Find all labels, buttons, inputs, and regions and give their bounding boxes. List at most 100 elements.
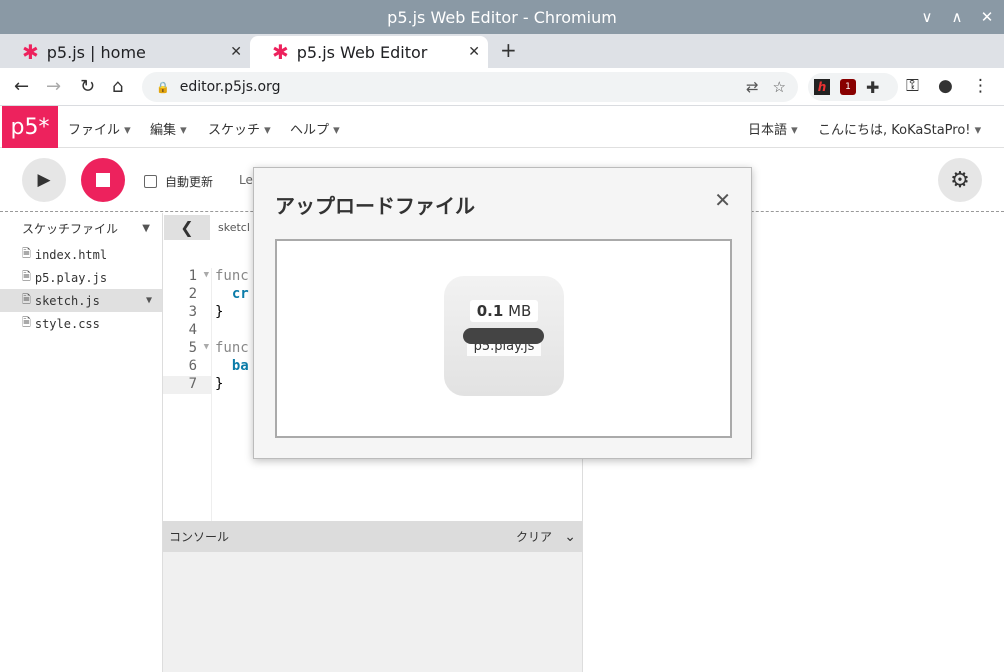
file-item-sketch-js[interactable]: 🗎 sketch.js ▼ [0, 289, 162, 312]
file-name: p5.play.js [34, 270, 108, 285]
window-title: p5.js Web Editor - Chromium [387, 7, 617, 27]
window-controls: ∨ ∧ ✕ [916, 0, 998, 34]
p5-navbar: p5* ファイル 編集 スケッチ ヘルプ 日本語 こんにちは, KoKaStaP… [0, 106, 1004, 148]
address-text: editor.p5js.org [179, 79, 281, 95]
file-icon: 🗎 [22, 270, 31, 283]
chevron-down-icon[interactable]: ▼ [142, 223, 150, 234]
auto-refresh-toggle[interactable]: 自動更新 [144, 173, 213, 190]
play-icon: ▶ [37, 170, 51, 190]
browser-toolbar: ← → ↻ ⌂ 🔒 editor.p5js.org ⇄ ☆ h 1 ✚ ⚿ ● … [0, 68, 1004, 106]
file-name: index.html [34, 247, 108, 262]
language-selector[interactable]: 日本語 [748, 119, 798, 138]
user-menu[interactable]: こんにちは, KoKaStaPro! [818, 119, 981, 138]
browser-tab-home[interactable]: ✱ p5.js | home ✕ [0, 36, 250, 68]
close-window-icon[interactable]: ✕ [976, 8, 998, 26]
code-token: func [215, 268, 249, 284]
upload-file-modal: アップロードファイル ✕ 0.1 MB p5.play.js [253, 167, 752, 459]
close-tab-icon[interactable]: ✕ [468, 44, 480, 60]
play-button[interactable]: ▶ [22, 158, 66, 202]
console-clear-button[interactable]: クリア [516, 528, 552, 545]
code-token: ba [231, 358, 249, 374]
p5-logo[interactable]: p5* [2, 106, 58, 148]
reload-icon[interactable]: ↻ [80, 76, 95, 97]
file-icon: 🗎 [22, 316, 31, 329]
code-token: func [215, 340, 249, 356]
upload-dropzone[interactable]: 0.1 MB p5.play.js [275, 239, 732, 438]
sidebar-title: スケッチファイル [22, 221, 119, 236]
menu-edit[interactable]: 編集 [150, 119, 187, 138]
chevron-down-icon[interactable]: ⌄ [564, 529, 576, 545]
file-size-unit: MB [508, 302, 532, 320]
maximize-icon[interactable]: ∧ [946, 8, 968, 26]
chevron-down-icon[interactable]: ▼ [146, 295, 152, 306]
collapse-sidebar-button[interactable]: ❮ [164, 215, 210, 240]
home-icon[interactable]: ⌂ [112, 76, 123, 97]
p5-favicon-icon: ✱ [22, 40, 39, 64]
file-item-index-html[interactable]: 🗎 index.html [0, 243, 162, 266]
new-tab-icon[interactable]: + [500, 38, 517, 62]
settings-button[interactable]: ⚙ [938, 158, 982, 202]
code-content[interactable]: func cr } func ba } [215, 268, 249, 394]
h-extension-icon[interactable]: h [814, 79, 830, 95]
editor-filename: sketcl [218, 221, 250, 234]
lock-icon: 🔒 [156, 80, 170, 94]
code-token: } [215, 304, 224, 320]
extensions-area: h 1 ✚ [808, 73, 898, 101]
address-bar[interactable]: 🔒 editor.p5js.org ⇄ ☆ [142, 72, 798, 102]
back-icon[interactable]: ← [14, 76, 29, 97]
file-item-style-css[interactable]: 🗎 style.css [0, 312, 162, 335]
stop-icon [96, 173, 110, 187]
tab-label: p5.js | home [46, 42, 146, 62]
menu-sketch[interactable]: スケッチ [208, 119, 271, 138]
console-panel: コンソール クリア ⌄ [163, 521, 582, 672]
menu-help[interactable]: ヘルプ [290, 119, 340, 138]
fold-icon[interactable]: ▼ [204, 342, 209, 352]
forward-icon[interactable]: → [46, 76, 61, 97]
line-number: 4 [188, 322, 197, 338]
puzzle-extensions-icon[interactable]: ✚ [866, 78, 879, 97]
tab-label: p5.js Web Editor [296, 42, 428, 62]
upload-file-preview: 0.1 MB p5.play.js [444, 276, 564, 396]
ublock-extension-icon[interactable]: 1 [840, 79, 856, 95]
file-name: sketch.js [34, 293, 100, 308]
file-name: style.css [34, 316, 100, 331]
file-icon: 🗎 [22, 247, 31, 260]
bookmark-star-icon[interactable]: ☆ [773, 78, 786, 96]
profile-icon[interactable]: ● [938, 76, 953, 96]
line-number: 5 ▼ [188, 340, 209, 356]
minimize-icon[interactable]: ∨ [916, 8, 938, 26]
console-header: コンソール クリア ⌄ [163, 521, 582, 552]
browser-tab-editor[interactable]: ✱ p5.js Web Editor ✕ [250, 36, 488, 68]
file-sidebar: スケッチファイル ▼ 🗎 index.html 🗎 p5.play.js 🗎 s… [0, 213, 163, 672]
file-size-value: 0.1 [476, 302, 504, 320]
code-token: cr [231, 286, 249, 302]
fold-icon[interactable]: ▼ [204, 270, 209, 280]
auto-refresh-checkbox[interactable] [144, 175, 157, 188]
translate-icon[interactable]: ⇄ [746, 78, 759, 96]
chevron-left-icon: ❮ [180, 218, 194, 237]
gear-icon: ⚙ [950, 167, 970, 193]
key-icon[interactable]: ⚿ [906, 76, 919, 96]
sidebar-header[interactable]: スケッチファイル ▼ [0, 213, 162, 243]
file-size-badge: 0.1 MB [470, 300, 538, 322]
stop-button[interactable] [81, 158, 125, 202]
window-titlebar: p5.js Web Editor - Chromium ∨ ∧ ✕ [0, 0, 1004, 34]
line-number: 1 ▼ [188, 268, 209, 284]
close-tab-icon[interactable]: ✕ [230, 44, 242, 60]
file-item-p5-play-js[interactable]: 🗎 p5.play.js [0, 266, 162, 289]
p5-favicon-icon: ✱ [272, 40, 289, 64]
menu-file[interactable]: ファイル [68, 119, 131, 138]
upload-progress-bar [463, 328, 544, 344]
line-number: 3 [188, 304, 197, 320]
sketch-name-label: Le [239, 173, 253, 187]
console-title: コンソール [169, 530, 230, 544]
line-number: 6 [188, 358, 197, 374]
menu-kebab-icon[interactable]: ⋮ [972, 76, 989, 96]
line-number: 7 [163, 376, 211, 394]
modal-title: アップロードファイル [275, 194, 475, 218]
code-token: } [215, 376, 224, 392]
close-icon[interactable]: ✕ [714, 188, 731, 212]
auto-refresh-label: 自動更新 [165, 175, 214, 189]
file-icon: 🗎 [22, 293, 31, 306]
line-gutter: 1 ▼ 2 3 4 5 ▼ 6 7 [163, 268, 212, 521]
